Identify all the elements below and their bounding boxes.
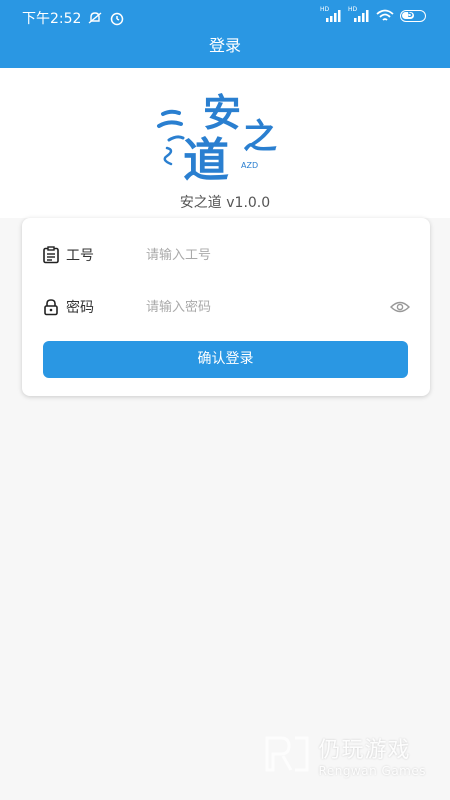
login-card: 工号 密码 确认登录 — [22, 218, 430, 396]
mute-icon — [89, 12, 102, 24]
watermark-logo-icon — [265, 736, 309, 772]
password-label: 密码 — [66, 300, 94, 316]
watermark-subtitle: Rengwan Games — [318, 764, 426, 778]
login-button-label: 确认登录 — [197, 351, 254, 367]
logo-char-zhi: 之 — [243, 117, 277, 157]
status-right: HD HD 57 — [320, 6, 426, 23]
logo-char-an: 安 — [203, 91, 241, 135]
logo-header: 安 道 之 AZD 安之道 v1.0.0 — [0, 68, 450, 218]
battery-level: 57 — [407, 10, 419, 19]
eye-icon[interactable] — [390, 299, 410, 315]
password-input[interactable] — [144, 290, 388, 324]
app-bar: 登录 — [0, 32, 450, 68]
password-row: 密码 — [22, 286, 430, 326]
employee-id-input[interactable] — [144, 238, 388, 272]
status-left: 下午2:52 — [22, 8, 125, 28]
id-card-icon — [43, 246, 59, 264]
login-button[interactable]: 确认登录 — [43, 341, 408, 378]
wifi-icon — [376, 9, 394, 21]
logo-char-dao: 道 — [183, 133, 229, 186]
app-version: 安之道 v1.0.0 — [179, 195, 271, 211]
alarm-icon — [111, 12, 124, 26]
employee-id-row: 工号 — [22, 234, 430, 274]
status-time: 下午2:52 — [22, 11, 82, 27]
lock-icon — [44, 299, 58, 316]
employee-id-label: 工号 — [66, 248, 94, 264]
signal-icon: HD — [348, 6, 370, 23]
watermark-title: 仍玩游戏 — [318, 738, 411, 763]
status-bar: 下午2:52 HD HD 57 — [0, 0, 450, 32]
signal-icon: HD — [320, 6, 342, 23]
page-title: 登录 — [208, 36, 241, 55]
watermark: 仍玩游戏 Rengwan Games — [265, 732, 426, 778]
app-logo: 安 道 之 AZD — [157, 91, 277, 186]
logo-small-text: AZD — [241, 161, 258, 170]
battery-icon: 57 — [400, 10, 426, 22]
